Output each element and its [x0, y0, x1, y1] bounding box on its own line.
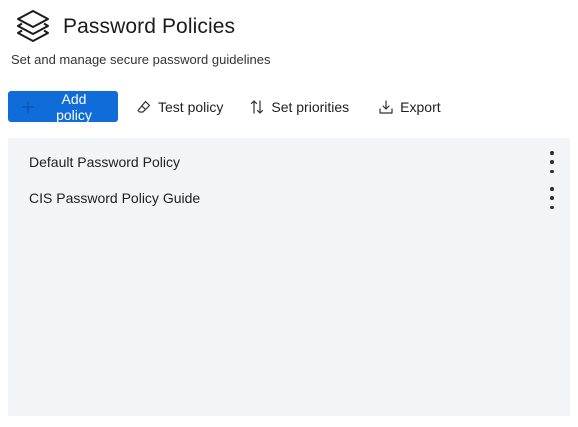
page-header: Password Policies — [14, 8, 235, 46]
export-button[interactable]: Export — [370, 91, 448, 122]
add-policy-button[interactable]: Add policy — [8, 90, 118, 123]
add-policy-label: Add policy — [56, 90, 92, 123]
policy-list: Default Password Policy CIS Password Pol… — [8, 138, 570, 416]
set-priorities-label: Set priorities — [271, 98, 350, 115]
layers-icon — [14, 8, 52, 46]
page-title: Password Policies — [63, 15, 236, 38]
page-subtitle: Set and manage secure password guideline… — [11, 52, 271, 67]
toolbar: Add policy Test policy Set priorities Ex… — [8, 90, 449, 123]
more-options-icon[interactable] — [546, 151, 558, 173]
list-item[interactable]: Default Password Policy — [8, 144, 570, 180]
policy-name: Default Password Policy — [29, 154, 180, 170]
list-item[interactable]: CIS Password Policy Guide — [8, 180, 570, 216]
test-policy-button[interactable]: Test policy — [128, 91, 231, 122]
sort-arrows-icon — [249, 99, 265, 115]
download-icon — [378, 99, 394, 115]
set-priorities-button[interactable]: Set priorities — [241, 91, 357, 122]
eraser-icon — [136, 99, 152, 115]
export-label: Export — [400, 98, 441, 115]
policy-name: CIS Password Policy Guide — [29, 190, 201, 206]
more-options-icon[interactable] — [546, 187, 558, 209]
plus-icon — [20, 99, 36, 115]
test-policy-label: Test policy — [158, 98, 224, 115]
